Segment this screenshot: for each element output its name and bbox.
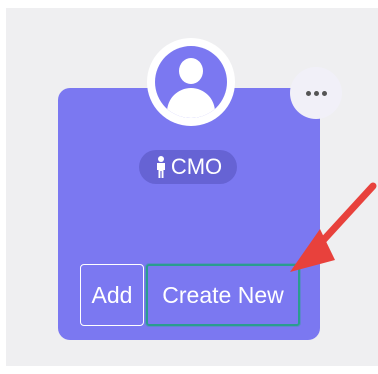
add-button[interactable]: Add	[80, 264, 144, 326]
avatar	[147, 38, 235, 126]
role-label: CMO	[170, 154, 223, 179]
role-badge: CMO	[139, 150, 237, 184]
person-icon	[156, 156, 165, 178]
more-horizontal-icon	[305, 90, 327, 96]
user-avatar-icon	[155, 46, 227, 118]
create-new-button[interactable]: Create New	[146, 264, 300, 326]
more-options-button[interactable]	[290, 67, 342, 119]
